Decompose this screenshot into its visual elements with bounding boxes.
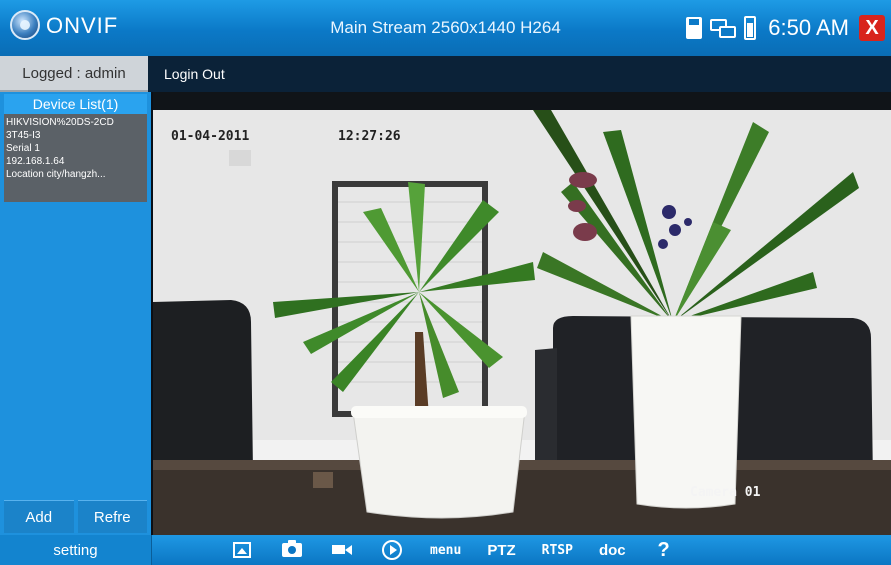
login-row: Logged : admin Login Out xyxy=(0,56,891,92)
snapshot-button[interactable] xyxy=(280,537,304,563)
device-ip: 192.168.1.64 xyxy=(6,156,65,167)
camera-scene-image xyxy=(153,92,891,535)
sd-card-icon xyxy=(686,17,703,39)
device-sidebar: Device List(1) HIKVISION%20DS-2CD 3T45-I… xyxy=(0,92,151,535)
device-name-line2: 3T45-I3 xyxy=(6,130,41,141)
device-name-line1: HIKVISION%20DS-2CD xyxy=(6,117,114,128)
battery-icon xyxy=(744,16,757,40)
osd-date: 01-04-2011 xyxy=(171,129,250,144)
title-bar: ONVIF Main Stream 2560x1440 H264 6:50 AM… xyxy=(0,0,891,56)
gallery-icon xyxy=(233,542,251,558)
refresh-button[interactable]: Refre xyxy=(77,500,147,533)
device-list-item[interactable]: HIKVISION%20DS-2CD 3T45-I3 Serial 1 192.… xyxy=(4,114,147,202)
setting-button[interactable]: setting xyxy=(0,535,152,565)
device-list-title: Device List(1) xyxy=(4,94,147,114)
logged-in-user: Logged : admin xyxy=(0,56,148,92)
doc-button[interactable]: doc xyxy=(599,537,626,563)
rtsp-button[interactable]: RTSP xyxy=(542,537,573,563)
video-feed[interactable]: 01-04-2011 12:27:26 Camera 01 xyxy=(153,92,891,535)
record-button[interactable] xyxy=(330,537,354,563)
gallery-button[interactable] xyxy=(230,537,254,563)
osd-camera-label: Camera 01 xyxy=(690,485,761,500)
clock: 6:50 AM xyxy=(768,15,849,40)
onvif-app: ONVIF Main Stream 2560x1440 H264 6:50 AM… xyxy=(0,0,891,565)
playback-button[interactable] xyxy=(380,537,404,563)
status-area: 6:50 AM X xyxy=(686,11,891,45)
camera-icon xyxy=(282,540,302,557)
play-icon xyxy=(382,540,402,560)
device-serial: Serial 1 xyxy=(6,143,40,154)
sidebar-buttons: Add Refre xyxy=(0,500,151,535)
close-button[interactable]: X xyxy=(859,15,885,41)
login-out-button[interactable]: Login Out xyxy=(154,56,235,92)
bottom-toolbar: setting menu PTZ RTSP doc ? xyxy=(0,535,891,565)
device-location: Location city/hangzh... xyxy=(6,169,106,180)
osd-time: 12:27:26 xyxy=(338,129,401,144)
help-button[interactable]: ? xyxy=(652,537,676,563)
network-icon xyxy=(710,17,737,39)
ptz-button[interactable]: PTZ xyxy=(487,537,515,563)
menu-button[interactable]: menu xyxy=(430,537,461,563)
add-button[interactable]: Add xyxy=(4,500,74,533)
video-record-icon xyxy=(332,543,352,557)
tool-buttons: menu PTZ RTSP doc ? xyxy=(230,535,676,565)
